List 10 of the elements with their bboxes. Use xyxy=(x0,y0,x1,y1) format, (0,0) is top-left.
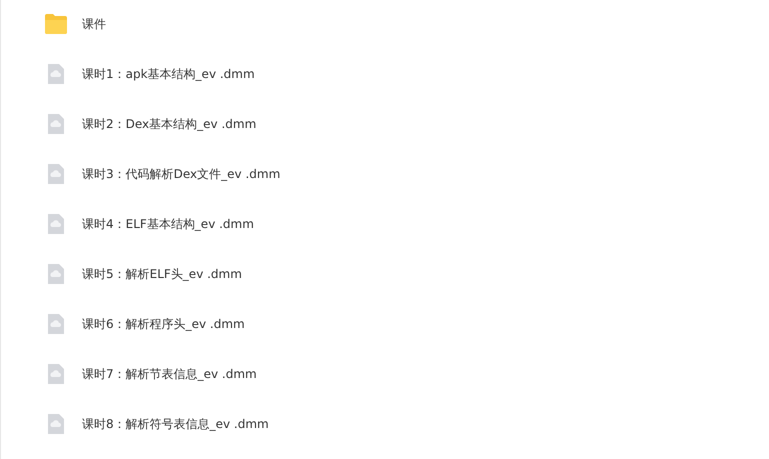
folder-icon xyxy=(44,12,68,36)
file-name[interactable]: 课时3：代码解析Dex文件_ev .dmm xyxy=(82,166,280,182)
file-name[interactable]: 课时4：ELF基本结构_ev .dmm xyxy=(82,216,254,232)
file-name[interactable]: 课时1：apk基本结构_ev .dmm xyxy=(82,66,255,82)
file-name[interactable]: 课时6：解析程序头_ev .dmm xyxy=(82,316,245,332)
file-name[interactable]: 课时7：解析节表信息_ev .dmm xyxy=(82,366,257,382)
file-name[interactable]: 课时5：解析ELF头_ev .dmm xyxy=(82,266,242,282)
file-name[interactable]: 课时8：解析符号表信息_ev .dmm xyxy=(82,416,269,432)
folder-name[interactable]: 课件 xyxy=(82,16,106,32)
file-name[interactable]: 课时2：Dex基本结构_ev .dmm xyxy=(82,116,256,132)
